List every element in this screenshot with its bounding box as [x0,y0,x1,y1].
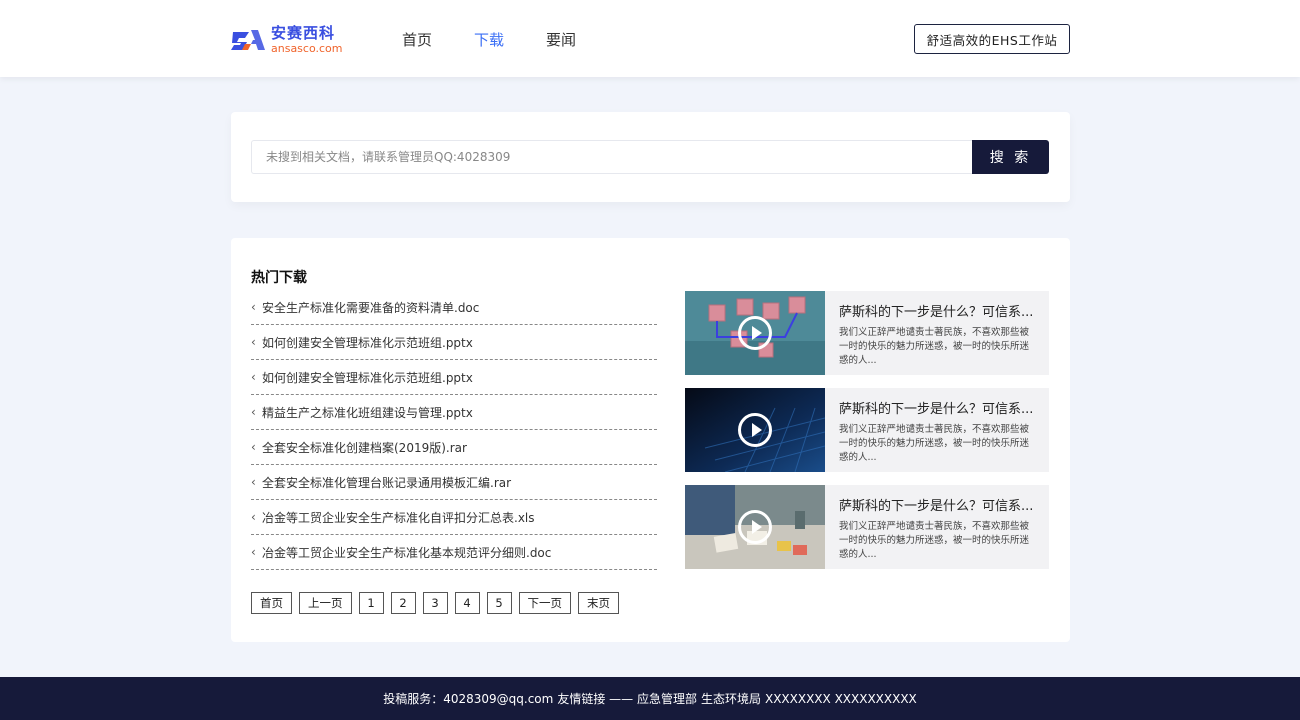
pager-page[interactable]: 2 [390,592,416,614]
search-input[interactable] [251,140,973,174]
pager-page[interactable]: 3 [422,592,448,614]
downloads-card: 热门下载 ‹ 安全生产标准化需要准备的资料清单.doc ‹ 如何创建安全管理标准化示… [231,238,1070,642]
play-icon[interactable] [738,413,772,447]
footer-contact: 投稿服务：4028309@qq.com [383,692,554,706]
file-name: 全套安全标准化管理台账记录通用模板汇编.rar [262,475,512,490]
main-nav: 首页 下载 要闻 [402,29,618,50]
file-name: 安全生产标准化需要准备的资料清单.doc [262,300,480,315]
footer-link[interactable]: 生态环境局 [701,690,761,707]
logo-domain: ansasco.com [271,42,343,55]
search-button[interactable]: 搜 索 [972,140,1049,174]
pager-page[interactable]: 5 [486,592,512,614]
video-list: 萨斯科的下一步是什么？可信系... 我们义正辞严地谴责士著民族，不喜欢那些被一时… [685,291,1049,582]
play-icon[interactable] [738,316,772,350]
nav-download[interactable]: 下载 [474,29,504,50]
chevron-left-icon: ‹ [251,440,256,454]
pager-first[interactable]: 首页 [251,592,292,614]
file-name: 冶金等工贸企业安全生产标准化自评扣分汇总表.xls [262,510,535,525]
search-card: 搜 索 [231,112,1070,202]
video-thumbnail[interactable] [685,388,825,472]
pager-page[interactable]: 1 [358,592,384,614]
pager-page[interactable]: 4 [454,592,480,614]
file-item[interactable]: ‹ 精益生产之标准化班组建设与管理.pptx [251,395,657,430]
video-card[interactable]: 萨斯科的下一步是什么？可信系... 我们义正辞严地谴责士著民族，不喜欢那些被一时… [685,485,1049,569]
pager-last[interactable]: 末页 [578,592,619,614]
file-name: 全套安全标准化创建档案(2019版).rar [262,440,467,455]
chevron-left-icon: ‹ [251,370,256,384]
file-name: 精益生产之标准化班组建设与管理.pptx [262,405,473,420]
video-card[interactable]: 萨斯科的下一步是什么？可信系... 我们义正辞严地谴责士著民族，不喜欢那些被一时… [685,291,1049,375]
footer-link[interactable]: XXXXXXXX XXXXXXXXXX [765,692,917,706]
file-list: ‹ 安全生产标准化需要准备的资料清单.doc ‹ 如何创建安全管理标准化示范班组.p… [251,290,657,570]
video-title[interactable]: 萨斯科的下一步是什么？可信系... [839,495,1037,514]
nav-home[interactable]: 首页 [402,29,432,50]
pagination: 首页 上一页 1 2 3 4 5 下一页 末页 [251,592,626,614]
file-item[interactable]: ‹ 冶金等工贸企业安全生产标准化自评扣分汇总表.xls [251,500,657,535]
file-item[interactable]: ‹ 安全生产标准化需要准备的资料清单.doc [251,290,657,325]
file-item[interactable]: ‹ 如何创建安全管理标准化示范班组.pptx [251,325,657,360]
chevron-left-icon: ‹ [251,335,256,349]
file-name: 冶金等工贸企业安全生产标准化基本规范评分细则.doc [262,545,552,560]
video-title[interactable]: 萨斯科的下一步是什么？可信系... [839,398,1037,417]
file-item[interactable]: ‹ 全套安全标准化创建档案(2019版).rar [251,430,657,465]
video-description: 我们义正辞严地谴责士著民族，不喜欢那些被一时的快乐的魅力所迷惑，被一时的快乐所迷… [839,424,1030,463]
site-footer: 投稿服务：4028309@qq.com 友情链接 —— 应急管理部 生态环境局 … [0,677,1300,720]
logo-title: 安赛西科 [271,24,336,42]
file-name: 如何创建安全管理标准化示范班组.pptx [262,370,473,385]
video-card[interactable]: 萨斯科的下一步是什么？可信系... 我们义正辞严地谴责士著民族，不喜欢那些被一时… [685,388,1049,472]
file-item[interactable]: ‹ 冶金等工贸企业安全生产标准化基本规范评分细则.doc [251,535,657,570]
video-thumbnail[interactable] [685,485,825,569]
video-title[interactable]: 萨斯科的下一步是什么？可信系... [839,301,1037,320]
logo[interactable]: 安赛西科 ansasco.com [231,24,343,56]
chevron-left-icon: ‹ [251,510,256,524]
nav-news[interactable]: 要闻 [546,29,576,50]
chevron-left-icon: ‹ [251,475,256,489]
pager-prev[interactable]: 上一页 [299,592,352,614]
logo-icon [231,26,265,54]
chevron-left-icon: ‹ [251,405,256,419]
chevron-left-icon: ‹ [251,300,256,314]
chevron-left-icon: ‹ [251,545,256,559]
site-header: 安赛西科 ansasco.com 首页 下载 要闻 舒适高效的EHS工作站 [0,0,1300,77]
file-name: 如何创建安全管理标准化示范班组.pptx [262,335,473,350]
pager-next[interactable]: 下一页 [518,592,571,614]
video-thumbnail[interactable] [685,291,825,375]
footer-links[interactable]: 友情链接 —— 应急管理部 [557,690,697,707]
section-title: 热门下载 [251,270,307,286]
video-description: 我们义正辞严地谴责士著民族，不喜欢那些被一时的快乐的魅力所迷惑，被一时的快乐所迷… [839,327,1030,366]
file-item[interactable]: ‹ 全套安全标准化管理台账记录通用模板汇编.rar [251,465,657,500]
video-description: 我们义正辞严地谴责士著民族，不喜欢那些被一时的快乐的魅力所迷惑，被一时的快乐所迷… [839,521,1030,560]
play-icon[interactable] [738,510,772,544]
file-item[interactable]: ‹ 如何创建安全管理标准化示范班组.pptx [251,360,657,395]
ehs-workstation-button[interactable]: 舒适高效的EHS工作站 [914,24,1070,54]
